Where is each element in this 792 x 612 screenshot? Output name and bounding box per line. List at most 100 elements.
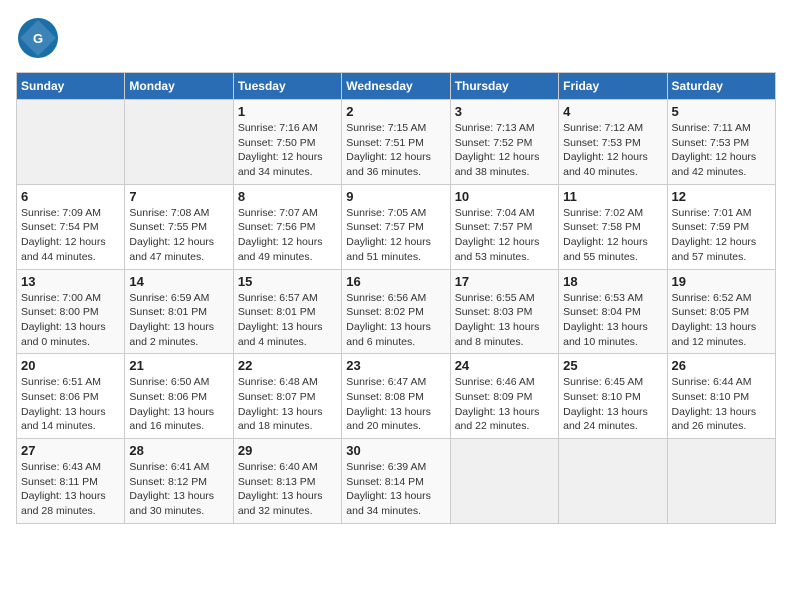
day-number: 8	[238, 189, 337, 204]
day-info: Sunrise: 6:39 AM Sunset: 8:14 PM Dayligh…	[346, 460, 445, 519]
day-info: Sunrise: 6:51 AM Sunset: 8:06 PM Dayligh…	[21, 375, 120, 434]
day-number: 9	[346, 189, 445, 204]
calendar-cell: 3 Sunrise: 7:13 AM Sunset: 7:52 PM Daylig…	[450, 100, 558, 185]
calendar-header-row: SundayMondayTuesdayWednesdayThursdayFrid…	[17, 73, 776, 100]
day-info: Sunrise: 6:47 AM Sunset: 8:08 PM Dayligh…	[346, 375, 445, 434]
day-info: Sunrise: 6:52 AM Sunset: 8:05 PM Dayligh…	[672, 291, 771, 350]
day-info: Sunrise: 7:00 AM Sunset: 8:00 PM Dayligh…	[21, 291, 120, 350]
day-info: Sunrise: 6:57 AM Sunset: 8:01 PM Dayligh…	[238, 291, 337, 350]
day-info: Sunrise: 7:12 AM Sunset: 7:53 PM Dayligh…	[563, 121, 662, 180]
day-number: 6	[21, 189, 120, 204]
calendar-cell: 11 Sunrise: 7:02 AM Sunset: 7:58 PM Dayli…	[559, 184, 667, 269]
calendar-cell: 20Sunrise: 6:51 AM Sunset: 8:06 PM Dayli…	[17, 354, 125, 439]
calendar-cell: 1 Sunrise: 7:16 AM Sunset: 7:50 PM Daylig…	[233, 100, 341, 185]
day-number: 18	[563, 274, 662, 289]
calendar-cell: 28 Sunrise: 6:41 AM Sunset: 8:12 PM Dayli…	[125, 439, 233, 524]
day-info: Sunrise: 7:05 AM Sunset: 7:57 PM Dayligh…	[346, 206, 445, 265]
day-number: 2	[346, 104, 445, 119]
calendar-cell: 25 Sunrise: 6:45 AM Sunset: 8:10 PM Dayli…	[559, 354, 667, 439]
calendar-cell: 15 Sunrise: 6:57 AM Sunset: 8:01 PM Dayli…	[233, 269, 341, 354]
day-number: 1	[238, 104, 337, 119]
calendar-cell: 13 Sunrise: 7:00 AM Sunset: 8:00 PM Dayli…	[17, 269, 125, 354]
calendar-cell: 19 Sunrise: 6:52 AM Sunset: 8:05 PM Dayli…	[667, 269, 775, 354]
calendar-cell: 14 Sunrise: 6:59 AM Sunset: 8:01 PM Dayli…	[125, 269, 233, 354]
day-header-tuesday: Tuesday	[233, 73, 341, 100]
day-number: 26	[672, 358, 771, 373]
calendar-cell: 9 Sunrise: 7:05 AM Sunset: 7:57 PM Daylig…	[342, 184, 450, 269]
calendar-cell: 21 Sunrise: 6:50 AM Sunset: 8:06 PM Dayli…	[125, 354, 233, 439]
day-info: Sunrise: 6:55 AM Sunset: 8:03 PM Dayligh…	[455, 291, 554, 350]
day-number: 4	[563, 104, 662, 119]
day-info: Sunrise: 6:59 AM Sunset: 8:01 PM Dayligh…	[129, 291, 228, 350]
calendar-cell: 12Sunrise: 7:01 AM Sunset: 7:59 PM Dayli…	[667, 184, 775, 269]
day-number: 21	[129, 358, 228, 373]
day-info: Sunrise: 6:46 AM Sunset: 8:09 PM Dayligh…	[455, 375, 554, 434]
calendar-week-row: 1 Sunrise: 7:16 AM Sunset: 7:50 PM Daylig…	[17, 100, 776, 185]
day-header-monday: Monday	[125, 73, 233, 100]
day-info: Sunrise: 6:44 AM Sunset: 8:10 PM Dayligh…	[672, 375, 771, 434]
day-number: 23	[346, 358, 445, 373]
day-info: Sunrise: 6:43 AM Sunset: 8:11 PM Dayligh…	[21, 460, 120, 519]
day-number: 25	[563, 358, 662, 373]
day-header-thursday: Thursday	[450, 73, 558, 100]
day-number: 15	[238, 274, 337, 289]
calendar-cell: 6 Sunrise: 7:09 AM Sunset: 7:54 PM Daylig…	[17, 184, 125, 269]
day-info: Sunrise: 6:50 AM Sunset: 8:06 PM Dayligh…	[129, 375, 228, 434]
logo-icon: G	[16, 16, 60, 60]
day-number: 14	[129, 274, 228, 289]
calendar-week-row: 20Sunrise: 6:51 AM Sunset: 8:06 PM Dayli…	[17, 354, 776, 439]
calendar-week-row: 6 Sunrise: 7:09 AM Sunset: 7:54 PM Daylig…	[17, 184, 776, 269]
day-number: 30	[346, 443, 445, 458]
calendar-cell	[125, 100, 233, 185]
day-number: 11	[563, 189, 662, 204]
day-info: Sunrise: 6:40 AM Sunset: 8:13 PM Dayligh…	[238, 460, 337, 519]
day-number: 19	[672, 274, 771, 289]
day-info: Sunrise: 7:09 AM Sunset: 7:54 PM Dayligh…	[21, 206, 120, 265]
day-number: 22	[238, 358, 337, 373]
day-info: Sunrise: 6:53 AM Sunset: 8:04 PM Dayligh…	[563, 291, 662, 350]
day-info: Sunrise: 7:13 AM Sunset: 7:52 PM Dayligh…	[455, 121, 554, 180]
day-info: Sunrise: 7:02 AM Sunset: 7:58 PM Dayligh…	[563, 206, 662, 265]
day-header-saturday: Saturday	[667, 73, 775, 100]
day-info: Sunrise: 7:16 AM Sunset: 7:50 PM Dayligh…	[238, 121, 337, 180]
calendar-cell: 7 Sunrise: 7:08 AM Sunset: 7:55 PM Daylig…	[125, 184, 233, 269]
day-info: Sunrise: 6:45 AM Sunset: 8:10 PM Dayligh…	[563, 375, 662, 434]
day-info: Sunrise: 7:07 AM Sunset: 7:56 PM Dayligh…	[238, 206, 337, 265]
calendar-cell	[667, 439, 775, 524]
calendar-cell: 24 Sunrise: 6:46 AM Sunset: 8:09 PM Dayli…	[450, 354, 558, 439]
day-number: 28	[129, 443, 228, 458]
day-header-friday: Friday	[559, 73, 667, 100]
calendar-week-row: 27 Sunrise: 6:43 AM Sunset: 8:11 PM Dayli…	[17, 439, 776, 524]
day-number: 27	[21, 443, 120, 458]
day-header-sunday: Sunday	[17, 73, 125, 100]
svg-text:G: G	[33, 31, 43, 46]
day-info: Sunrise: 7:15 AM Sunset: 7:51 PM Dayligh…	[346, 121, 445, 180]
calendar-cell: 17 Sunrise: 6:55 AM Sunset: 8:03 PM Dayli…	[450, 269, 558, 354]
logo: G	[16, 16, 62, 60]
day-number: 7	[129, 189, 228, 204]
day-info: Sunrise: 7:08 AM Sunset: 7:55 PM Dayligh…	[129, 206, 228, 265]
day-number: 13	[21, 274, 120, 289]
calendar-cell: 10 Sunrise: 7:04 AM Sunset: 7:57 PM Dayli…	[450, 184, 558, 269]
day-number: 3	[455, 104, 554, 119]
day-number: 10	[455, 189, 554, 204]
calendar-table: SundayMondayTuesdayWednesdayThursdayFrid…	[16, 72, 776, 524]
day-number: 29	[238, 443, 337, 458]
day-info: Sunrise: 6:41 AM Sunset: 8:12 PM Dayligh…	[129, 460, 228, 519]
calendar-cell	[559, 439, 667, 524]
calendar-cell: 22Sunrise: 6:48 AM Sunset: 8:07 PM Dayli…	[233, 354, 341, 439]
day-info: Sunrise: 6:56 AM Sunset: 8:02 PM Dayligh…	[346, 291, 445, 350]
day-info: Sunrise: 7:04 AM Sunset: 7:57 PM Dayligh…	[455, 206, 554, 265]
day-number: 17	[455, 274, 554, 289]
day-info: Sunrise: 7:01 AM Sunset: 7:59 PM Dayligh…	[672, 206, 771, 265]
calendar-cell	[17, 100, 125, 185]
calendar-cell: 18 Sunrise: 6:53 AM Sunset: 8:04 PM Dayli…	[559, 269, 667, 354]
calendar-cell: 26 Sunrise: 6:44 AM Sunset: 8:10 PM Dayli…	[667, 354, 775, 439]
calendar-cell: 30 Sunrise: 6:39 AM Sunset: 8:14 PM Dayli…	[342, 439, 450, 524]
calendar-week-row: 13 Sunrise: 7:00 AM Sunset: 8:00 PM Dayli…	[17, 269, 776, 354]
calendar-cell: 5Sunrise: 7:11 AM Sunset: 7:53 PM Daylig…	[667, 100, 775, 185]
calendar-cell	[450, 439, 558, 524]
day-number: 24	[455, 358, 554, 373]
calendar-cell: 23 Sunrise: 6:47 AM Sunset: 8:08 PM Dayli…	[342, 354, 450, 439]
page-header: G	[16, 16, 776, 60]
